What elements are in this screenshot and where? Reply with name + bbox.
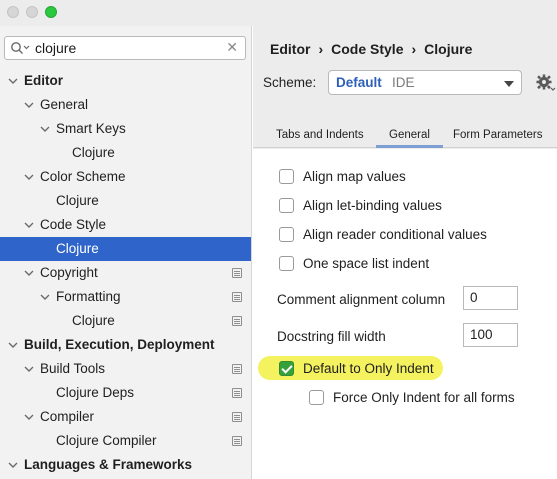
- breadcrumb-item[interactable]: Code Style: [331, 41, 403, 57]
- chevron-down-icon[interactable]: [8, 340, 18, 350]
- sidebar-item-build-tools[interactable]: Build Tools: [0, 357, 251, 381]
- sidebar-item-label: Compiler: [40, 409, 95, 424]
- sidebar-item-label: Color Scheme: [40, 169, 126, 184]
- tab-tabs-and-indents[interactable]: Tabs and Indents: [276, 129, 364, 141]
- sidebar-item-editor[interactable]: Editor: [0, 69, 251, 93]
- search-icon: [11, 42, 30, 54]
- checkbox-label: Default to Only Indent: [303, 361, 434, 376]
- docstring-fill-label: Docstring fill width: [277, 329, 386, 344]
- docstring-fill-input[interactable]: 100: [463, 323, 518, 347]
- breadcrumb: Editor › Code Style › Clojure: [270, 41, 472, 57]
- project-settings-icon: [232, 268, 242, 278]
- sidebar-item-label: Smart Keys: [56, 121, 126, 136]
- scheme-label: Scheme:: [263, 75, 317, 90]
- sidebar-item-label: Build Tools: [40, 361, 106, 376]
- project-settings-icon: [232, 436, 242, 446]
- chevron-down-icon[interactable]: [40, 292, 50, 302]
- checkbox-box: [279, 169, 294, 184]
- general-tab-content: Align map values Align let-binding value…: [253, 149, 557, 479]
- sidebar-item-label: Clojure Compiler: [56, 433, 157, 448]
- sidebar-item-smart-keys[interactable]: Smart Keys: [0, 117, 251, 141]
- sidebar-item-label: Clojure: [56, 241, 99, 256]
- checkbox-label: One space list indent: [303, 256, 430, 271]
- minimize-window-button[interactable]: [26, 6, 38, 18]
- zoom-window-button[interactable]: [45, 6, 57, 18]
- close-window-button[interactable]: [7, 6, 19, 18]
- settings-sidebar: clojure ✕ Editor General Smart Keys Clojure…: [0, 26, 252, 479]
- sidebar-item-clojure[interactable]: Clojure: [0, 189, 251, 213]
- tab-general-label: General: [389, 129, 430, 141]
- chevron-down-icon[interactable]: [24, 172, 34, 182]
- checkbox-label: Force Only Indent for all forms: [333, 390, 515, 405]
- sidebar-item-clojure[interactable]: Clojure: [0, 309, 251, 333]
- window-titlebar: [0, 0, 557, 26]
- project-settings-icon: [232, 316, 242, 326]
- chevron-down-icon[interactable]: [24, 268, 34, 278]
- sidebar-item-label: Clojure Deps: [56, 385, 135, 400]
- sidebar-item-clojure-compiler[interactable]: Clojure Compiler: [0, 429, 251, 453]
- tab-general[interactable]: General: [376, 129, 443, 148]
- sidebar-item-label: General: [40, 97, 89, 112]
- checkbox-box: [279, 256, 294, 271]
- sidebar-item-label: Formatting: [56, 289, 121, 304]
- sidebar-item-label: Clojure: [72, 145, 115, 160]
- chevron-right-icon: ›: [318, 41, 324, 57]
- chevron-down-icon[interactable]: [24, 220, 34, 230]
- project-settings-icon: [232, 364, 242, 374]
- chevron-down-icon[interactable]: [24, 100, 34, 110]
- checkbox-box: [279, 198, 294, 213]
- search-value: clojure: [35, 40, 77, 56]
- scheme-dropdown[interactable]: Default IDE: [328, 70, 522, 95]
- clear-search-icon[interactable]: ✕: [226, 39, 238, 56]
- checkbox-label: Align map values: [303, 169, 406, 184]
- sidebar-item-clojure[interactable]: Clojure: [0, 237, 251, 261]
- sidebar-item-clojure[interactable]: Clojure: [0, 141, 251, 165]
- sidebar-item-build-execution-deployment[interactable]: Build, Execution, Deployment: [0, 333, 251, 357]
- checkbox-label: Align let-binding values: [303, 198, 442, 213]
- sidebar-item-code-style[interactable]: Code Style: [0, 213, 251, 237]
- sidebar-item-languages-frameworks[interactable]: Languages & Frameworks: [0, 453, 251, 477]
- chevron-down-icon[interactable]: [8, 76, 18, 86]
- sidebar-item-label: Code Style: [40, 217, 107, 232]
- chevron-down-icon[interactable]: [40, 124, 50, 134]
- sidebar-item-color-scheme[interactable]: Color Scheme: [0, 165, 251, 189]
- sidebar-item-label: Editor: [24, 73, 63, 88]
- scheme-name: Default: [336, 75, 382, 90]
- sidebar-item-label: Clojure: [72, 313, 115, 328]
- sidebar-item-label: Build, Execution, Deployment: [24, 337, 215, 352]
- tab-strip: Tabs and Indents General Form Parameters: [253, 124, 557, 148]
- sidebar-item-label: Clojure: [56, 193, 99, 208]
- sidebar-item-formatting[interactable]: Formatting: [0, 285, 251, 309]
- gear-icon[interactable]: [536, 73, 556, 93]
- tab-form-parameters[interactable]: Form Parameters: [453, 129, 542, 141]
- search-input[interactable]: clojure ✕: [4, 36, 246, 60]
- chevron-down-icon[interactable]: [8, 460, 18, 470]
- comment-alignment-label: Comment alignment column: [277, 292, 446, 307]
- checkbox-box: [309, 390, 324, 405]
- project-settings-icon: [232, 292, 242, 302]
- project-settings-icon: [232, 412, 242, 422]
- sidebar-item-label: Copyright: [40, 265, 98, 280]
- scheme-kind: IDE: [392, 75, 415, 90]
- comment-alignment-input[interactable]: 0: [463, 286, 518, 310]
- chevron-right-icon: ›: [411, 41, 417, 57]
- checkbox-box: [279, 227, 294, 242]
- breadcrumb-item[interactable]: Editor: [270, 41, 310, 57]
- breadcrumb-item: Clojure: [424, 41, 473, 57]
- project-settings-icon: [232, 388, 242, 398]
- sidebar-item-label: Languages & Frameworks: [24, 457, 193, 472]
- sidebar-item-general[interactable]: General: [0, 93, 251, 117]
- sidebar-item-clojure-deps[interactable]: Clojure Deps: [0, 381, 251, 405]
- chevron-down-icon: [504, 81, 514, 87]
- settings-panel: Editor › Code Style › Clojure Scheme: Defaul…: [253, 26, 557, 479]
- checkbox-box-checked: [279, 361, 294, 376]
- chevron-down-icon[interactable]: [24, 364, 34, 374]
- checkbox-label: Align reader conditional values: [303, 227, 487, 242]
- chevron-down-icon[interactable]: [24, 412, 34, 422]
- sidebar-item-compiler[interactable]: Compiler: [0, 405, 251, 429]
- sidebar-item-copyright[interactable]: Copyright: [0, 261, 251, 285]
